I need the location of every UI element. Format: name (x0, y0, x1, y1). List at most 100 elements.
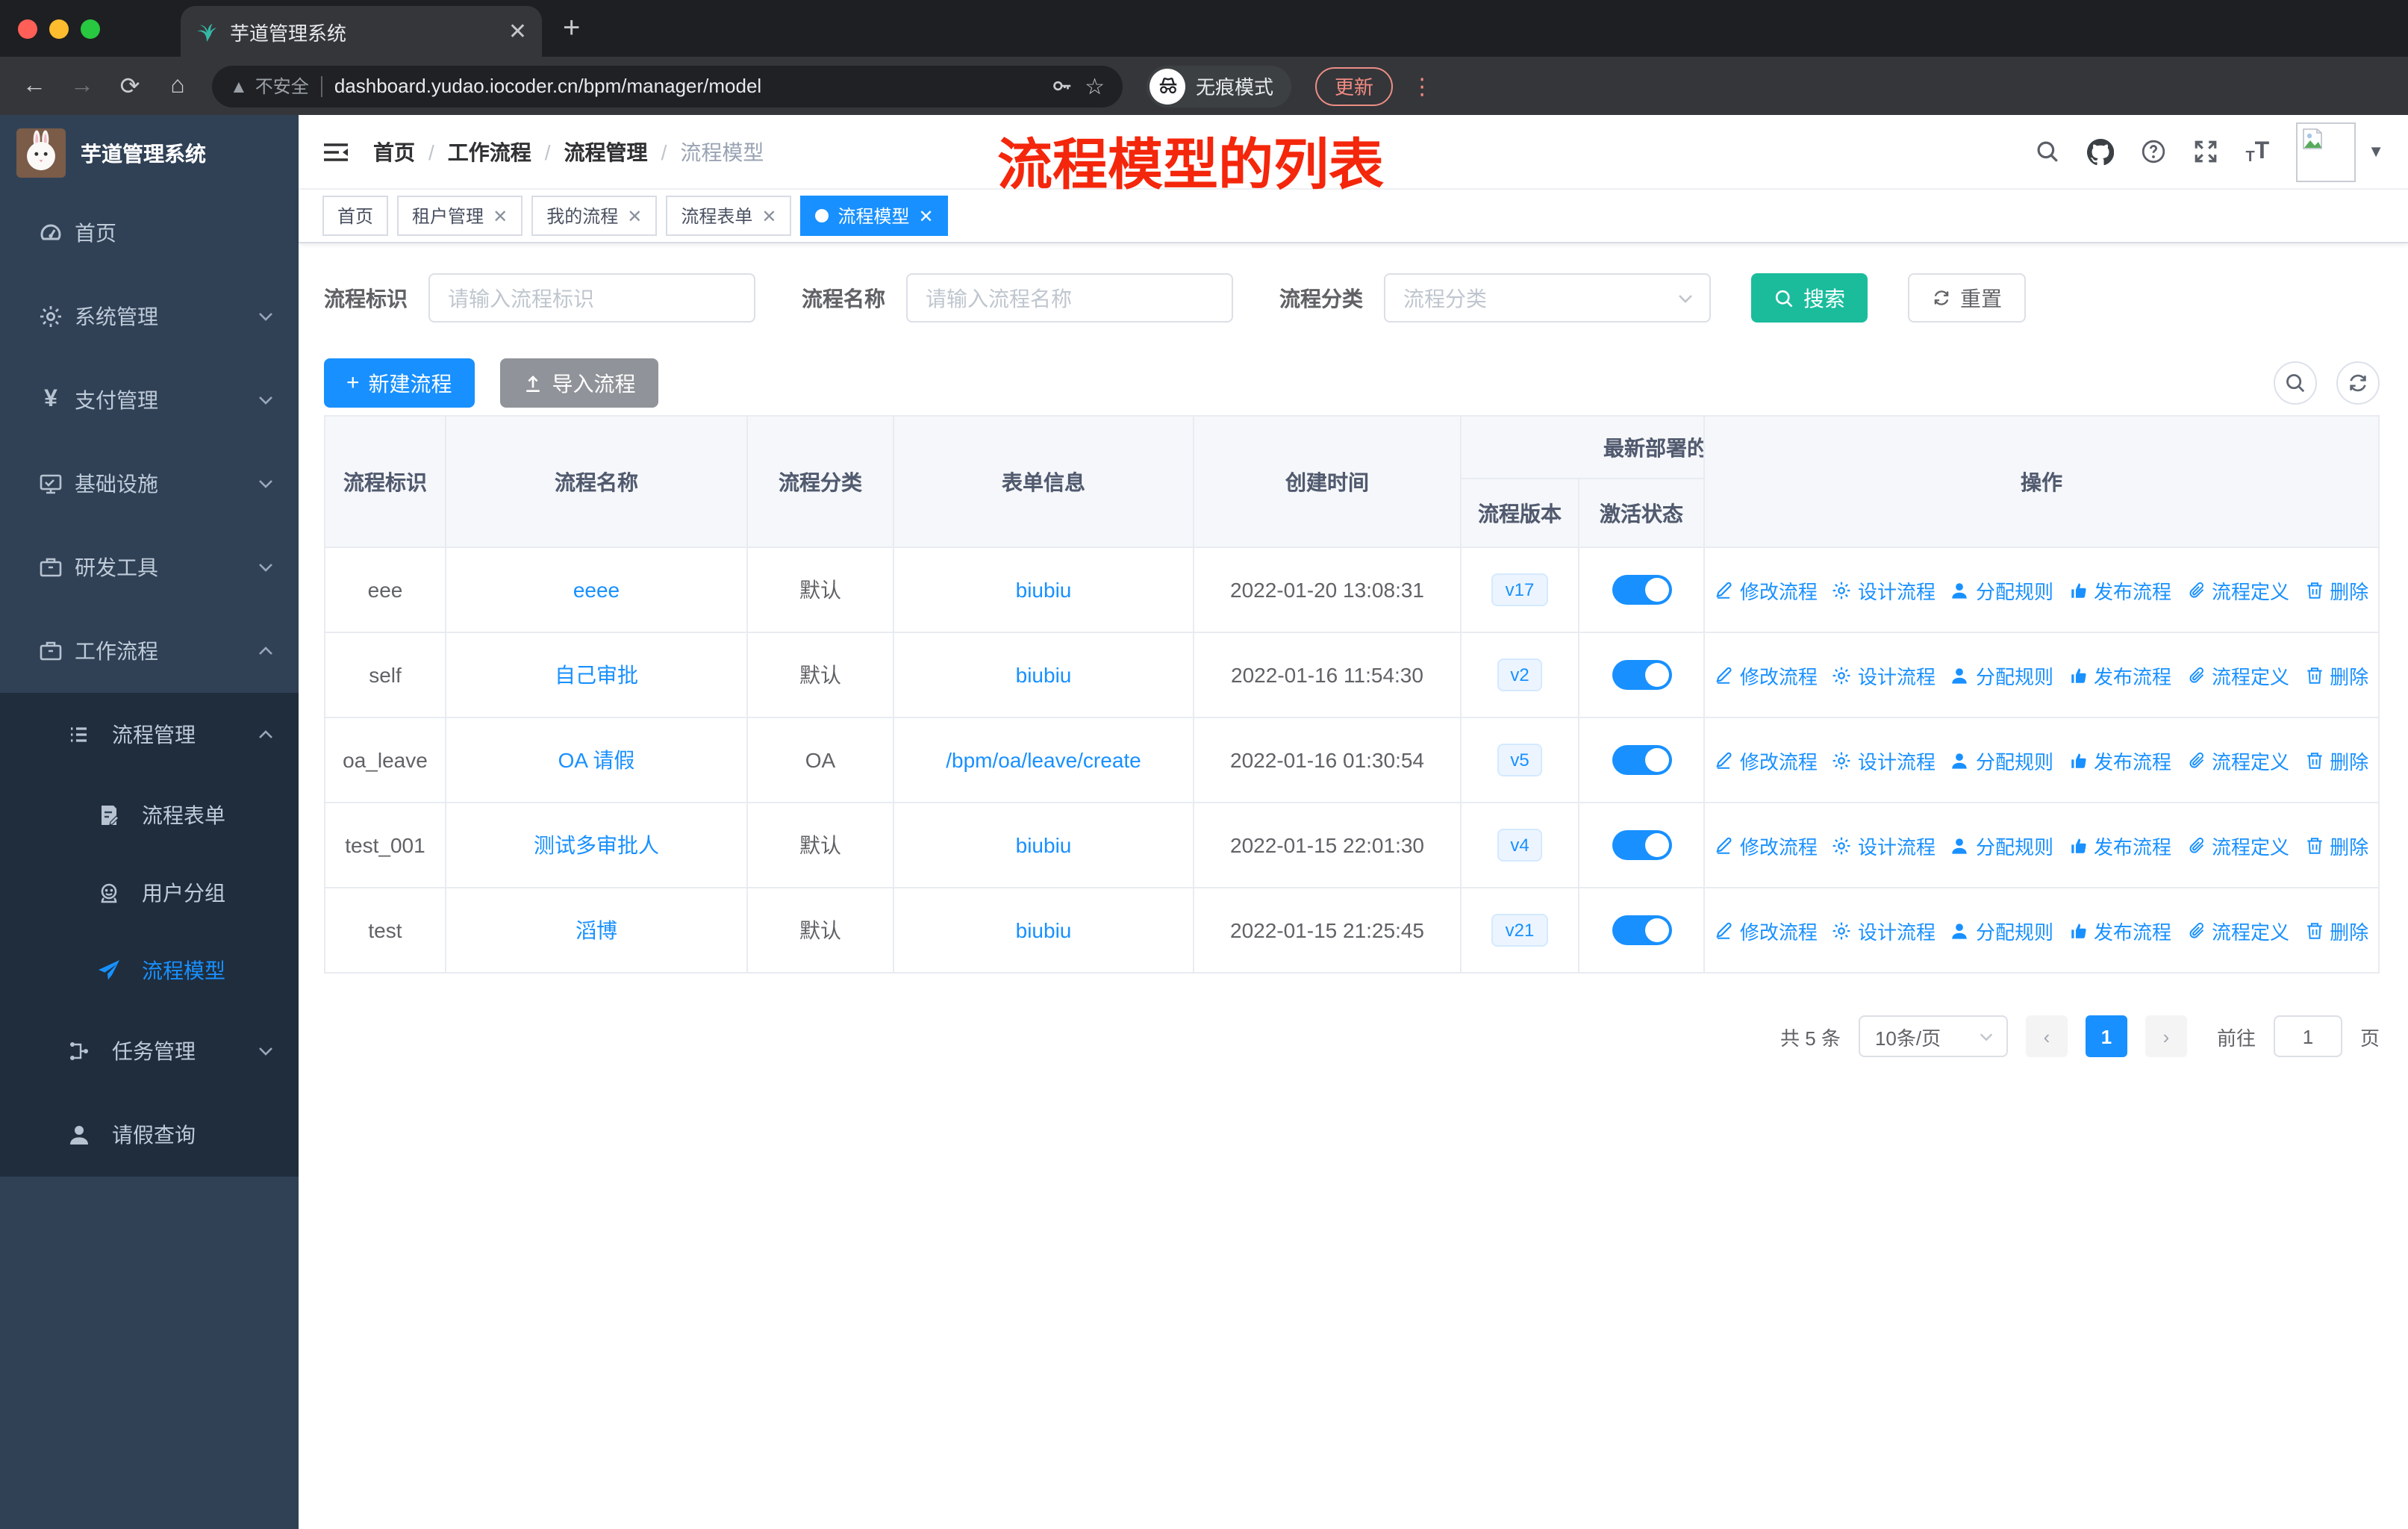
forward-button[interactable]: → (63, 72, 102, 99)
active-toggle[interactable] (1612, 660, 1671, 690)
key-icon[interactable] (1050, 75, 1073, 97)
update-button[interactable]: 更新 (1315, 66, 1394, 105)
sidebar-item-infra[interactable]: 基础设施 (0, 442, 299, 526)
design-process-link[interactable]: 设计流程 (1832, 746, 1936, 774)
avatar[interactable] (2296, 122, 2356, 181)
address-bar[interactable]: ▲ 不安全 dashboard.yudao.iocoder.cn/bpm/man… (212, 65, 1123, 107)
active-toggle[interactable] (1612, 915, 1671, 945)
delete-link[interactable]: 删除 (2304, 746, 2368, 774)
search-button[interactable]: 搜索 (1751, 273, 1868, 323)
modify-process-link[interactable]: 修改流程 (1715, 746, 1818, 774)
tab-close-icon[interactable]: ✕ (508, 18, 527, 45)
window-minimize-button[interactable] (49, 19, 69, 38)
design-process-link[interactable]: 设计流程 (1832, 576, 1936, 604)
page-number-current[interactable]: 1 (2085, 1015, 2127, 1057)
delete-link[interactable]: 删除 (2304, 661, 2368, 689)
process-definition-link[interactable]: 流程定义 (2186, 831, 2289, 859)
sidebar-toggle-icon[interactable] (322, 140, 349, 164)
prev-page-button[interactable]: ‹ (2025, 1015, 2068, 1057)
caret-down-icon[interactable]: ▼ (2368, 143, 2384, 161)
process-name-link[interactable]: 滔博 (576, 918, 617, 942)
window-close-button[interactable] (18, 19, 37, 38)
sidebar-item-system[interactable]: 系统管理 (0, 275, 299, 358)
process-name-link[interactable]: eeee (573, 578, 620, 602)
github-icon[interactable] (2087, 138, 2114, 165)
bookmark-star-icon[interactable]: ☆ (1085, 72, 1105, 99)
process-definition-link[interactable]: 流程定义 (2186, 576, 2289, 604)
publish-process-link[interactable]: 发布流程 (2068, 661, 2171, 689)
assign-rule-link[interactable]: 分配规则 (1950, 576, 2053, 604)
publish-process-link[interactable]: 发布流程 (2068, 746, 2171, 774)
form-link[interactable]: biubiu (1016, 918, 1072, 942)
active-toggle[interactable] (1612, 575, 1671, 605)
process-name-link[interactable]: 自己审批 (555, 663, 638, 687)
reset-button[interactable]: 重置 (1908, 273, 2026, 323)
design-process-link[interactable]: 设计流程 (1832, 831, 1936, 859)
assign-rule-link[interactable]: 分配规则 (1950, 661, 2053, 689)
process-name-input[interactable] (906, 273, 1233, 323)
version-badge[interactable]: v17 (1491, 573, 1548, 606)
tag-process-model[interactable]: 流程模型 ✕ (800, 196, 949, 236)
import-process-button[interactable]: 导入流程 (499, 358, 658, 408)
active-toggle[interactable] (1612, 830, 1671, 860)
home-button[interactable]: ⌂ (158, 72, 197, 99)
design-process-link[interactable]: 设计流程 (1832, 661, 1936, 689)
modify-process-link[interactable]: 修改流程 (1715, 661, 1818, 689)
tag-my-process[interactable]: 我的流程 ✕ (531, 196, 658, 236)
breadcrumb-process-manage[interactable]: 流程管理 (564, 137, 648, 166)
form-link[interactable]: /bpm/oa/leave/create (946, 748, 1141, 772)
sidebar-item-leave-query[interactable]: 请假查询 (0, 1093, 299, 1177)
delete-link[interactable]: 删除 (2304, 831, 2368, 859)
security-status[interactable]: ▲ 不安全 (230, 73, 309, 99)
form-link[interactable]: biubiu (1016, 663, 1072, 687)
sidebar-item-user-group[interactable]: 用户分组 (0, 854, 299, 932)
process-name-link[interactable]: 测试多审批人 (534, 833, 659, 857)
window-zoom-button[interactable] (81, 19, 100, 38)
process-name-link[interactable]: OA 请假 (558, 748, 635, 772)
font-size-icon[interactable]: TT (2245, 138, 2269, 165)
sidebar-item-process-manage[interactable]: 流程管理 (0, 693, 299, 776)
tag-tenant-manage[interactable]: 租户管理 ✕ (397, 196, 523, 236)
breadcrumb-workflow[interactable]: 工作流程 (448, 137, 531, 166)
publish-process-link[interactable]: 发布流程 (2068, 576, 2171, 604)
sidebar-item-workflow[interactable]: 工作流程 (0, 609, 299, 693)
page-size-select[interactable]: 10条/页 (1858, 1015, 2008, 1057)
hide-search-button[interactable] (2274, 361, 2317, 405)
create-process-button[interactable]: + 新建流程 (324, 358, 475, 408)
version-badge[interactable]: v2 (1497, 658, 1543, 691)
browser-menu-icon[interactable]: ⋮ (1411, 72, 1433, 99)
assign-rule-link[interactable]: 分配规则 (1950, 746, 2053, 774)
help-icon[interactable] (2141, 139, 2166, 164)
modify-process-link[interactable]: 修改流程 (1715, 576, 1818, 604)
fullscreen-icon[interactable] (2193, 139, 2218, 164)
sidebar-item-process-form[interactable]: 流程表单 (0, 776, 299, 854)
process-definition-link[interactable]: 流程定义 (2186, 661, 2289, 689)
publish-process-link[interactable]: 发布流程 (2068, 916, 2171, 944)
form-link[interactable]: biubiu (1016, 578, 1072, 602)
process-definition-link[interactable]: 流程定义 (2186, 916, 2289, 944)
design-process-link[interactable]: 设计流程 (1832, 916, 1936, 944)
new-tab-button[interactable]: + (563, 11, 580, 46)
sidebar-item-task-manage[interactable]: 任务管理 (0, 1009, 299, 1093)
version-badge[interactable]: v5 (1497, 744, 1543, 776)
assign-rule-link[interactable]: 分配规则 (1950, 831, 2053, 859)
process-category-select[interactable]: 流程分类 (1384, 273, 1711, 323)
browser-tab[interactable]: 芋道管理系统 ✕ (181, 6, 542, 57)
sidebar-item-home[interactable]: 首页 (0, 191, 299, 275)
process-key-input[interactable] (428, 273, 755, 323)
next-page-button[interactable]: › (2145, 1015, 2187, 1057)
form-link[interactable]: biubiu (1016, 833, 1072, 857)
process-definition-link[interactable]: 流程定义 (2186, 746, 2289, 774)
close-icon[interactable]: ✕ (761, 205, 776, 226)
modify-process-link[interactable]: 修改流程 (1715, 916, 1818, 944)
sidebar-item-devtools[interactable]: 研发工具 (0, 526, 299, 609)
close-icon[interactable]: ✕ (919, 205, 934, 226)
app-logo-row[interactable]: 芋道管理系统 (0, 115, 299, 191)
tag-process-form[interactable]: 流程表单 ✕ (666, 196, 792, 236)
version-badge[interactable]: v21 (1491, 914, 1548, 947)
delete-link[interactable]: 删除 (2304, 576, 2368, 604)
active-toggle[interactable] (1612, 745, 1671, 775)
goto-page-input[interactable] (2273, 1015, 2342, 1057)
search-icon[interactable] (2035, 139, 2060, 164)
assign-rule-link[interactable]: 分配规则 (1950, 916, 2053, 944)
